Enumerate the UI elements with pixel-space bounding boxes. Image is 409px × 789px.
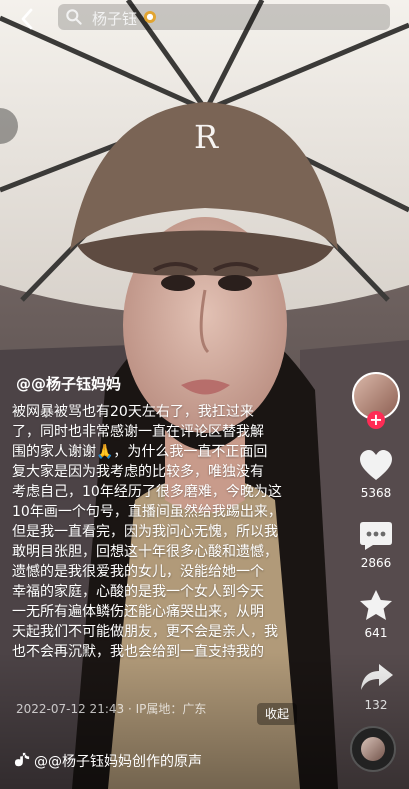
search-bar[interactable]: 杨子钰 ● [58, 4, 390, 30]
follow-button[interactable]: + [367, 411, 385, 429]
video-screen[interactable]: R 杨子钰 ● + 5368 2866 641 @@杨子钰妈妈 被网暴被骂也有2… [0, 0, 409, 789]
favorite-button[interactable]: 641 [352, 588, 400, 640]
comment-button[interactable]: 2866 [352, 518, 400, 570]
collapse-button[interactable]: 收起 [257, 703, 297, 725]
svg-text:R: R [194, 118, 219, 156]
comment-count: 2866 [360, 556, 392, 570]
search-query[interactable]: 杨子钰 [92, 8, 137, 29]
tiktok-note-icon [14, 752, 30, 767]
star-icon [360, 590, 392, 620]
caption-line: 考虑自己，10年经历了很多磨难，今晚为这 [12, 484, 282, 500]
caption-line: 天起我们不可能做朋友，更不会是亲人，我 [12, 624, 278, 640]
caption-line: 复大家是因为我考虑的比较多，唯独没有 [12, 464, 264, 480]
like-button[interactable]: 5368 [352, 448, 400, 500]
caption-line: 10年画一个句号，直播间虽然给我踢出来， [12, 504, 282, 520]
caption-line: 围的家人谢谢🙏，为什么我一直不正面回 [12, 444, 268, 460]
music-disc-icon[interactable] [350, 726, 396, 772]
like-count: 5368 [360, 486, 392, 500]
back-arrow-icon[interactable] [14, 7, 42, 31]
caption-line: 幸福的家庭，心酸的是我一个女人到今天 [12, 584, 264, 600]
music-disc-cover [361, 737, 385, 761]
heart-icon [360, 450, 392, 480]
caption-line: 一无所有遍体鳞伤还能心痛哭出来，从明 [12, 604, 264, 620]
search-icon [66, 9, 82, 25]
caption-line: 了，同时也非常感谢一直在评论区替我解 [12, 424, 264, 440]
music-label[interactable]: @@杨子钰妈妈创作的原声 [14, 750, 254, 770]
favorite-count: 641 [364, 626, 388, 640]
video-caption[interactable]: 被网暴被骂也有20天左右了，我扛过来 了，同时也非常感谢一直在评论区替我解 围的家人… [12, 402, 300, 662]
caption-line: 但是我一直看完，因为我问心无愧，所以我 [12, 524, 278, 540]
caption-line: 被网暴被骂也有20天左右了，我扛过来 [12, 404, 254, 420]
caption-line: 遗憾的是我很爱我的女儿，没能给她一个 [12, 564, 264, 580]
caption-line: 敢明目张胆，回想这十年很多心酸和遗憾， [12, 544, 278, 560]
comment-icon [360, 522, 392, 550]
author-avatar-group[interactable]: + [352, 372, 400, 429]
author-handle[interactable]: @@杨子钰妈妈 [16, 373, 121, 394]
top-bar: 杨子钰 ● [0, 0, 409, 40]
search-suggestion-badge-icon: ● [144, 11, 156, 23]
music-title[interactable]: @@杨子钰妈妈创作的原声 [34, 751, 202, 771]
post-meta: 2022-07-12 21:43 · IP属地：广东 [16, 702, 207, 716]
